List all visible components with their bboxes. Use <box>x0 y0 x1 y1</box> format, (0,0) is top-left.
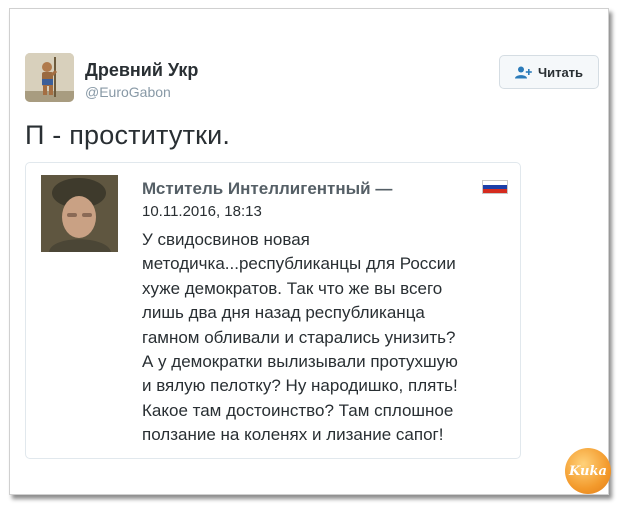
quoted-text-line: ползание на коленях и лизание сапог! <box>142 425 444 445</box>
quoted-text-line: Какое там достоинство? Там сплошное <box>142 400 454 420</box>
quoted-author-avatar[interactable] <box>41 175 118 252</box>
watermark-logo: Kuka <box>565 448 611 494</box>
quoted-text-line: гамном обливали и старались унизить? <box>142 327 456 347</box>
warrior-statue-avatar <box>25 53 74 102</box>
follow-button[interactable]: Читать <box>499 55 599 89</box>
quoted-tweet[interactable]: Мститель Интеллигентный — 10.11.2016, 18… <box>25 162 521 459</box>
quoted-author-name[interactable]: Мститель Интеллигентный — <box>142 179 392 199</box>
soldier-portrait-avatar <box>41 175 118 252</box>
author-name[interactable]: Древний Укр <box>85 60 198 81</box>
quoted-text: У свидосвинов новая методичка...республи… <box>142 228 512 448</box>
tweet-text: П - проститутки. <box>25 120 231 150</box>
quoted-text-line: методичка...республиканцы для России <box>142 254 456 274</box>
quoted-text-line: У свидосвинов новая <box>142 230 310 249</box>
quoted-text-line: лишь два дня назад республиканца <box>142 303 425 323</box>
tweet-card: Древний Укр @EuroGabon Читать П - прости… <box>9 8 611 495</box>
author-handle[interactable]: @EuroGabon <box>85 84 171 100</box>
quoted-text-line: и вялую пелотку? Ну народишко, плять! <box>142 376 458 396</box>
author-avatar[interactable] <box>25 53 74 102</box>
quoted-text-line: А у демократки вылизывали протухшую <box>142 352 458 372</box>
add-user-icon <box>514 66 532 78</box>
watermark-text: Kuka <box>569 463 607 479</box>
quoted-text-line: хуже демократов. Так что же вы всего <box>142 278 443 298</box>
russia-flag-icon <box>482 180 508 194</box>
follow-button-label: Читать <box>537 64 584 80</box>
quoted-timestamp[interactable]: 10.11.2016, 18:13 <box>142 203 262 220</box>
